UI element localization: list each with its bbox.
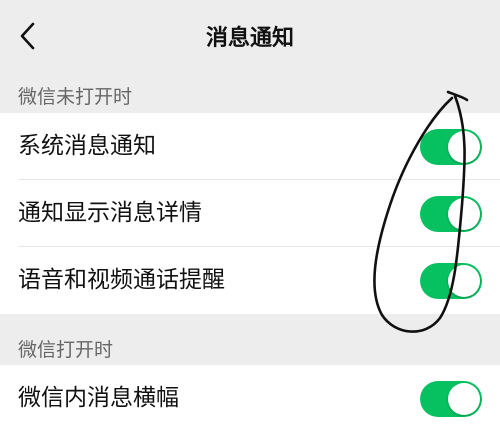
page-title: 消息通知	[205, 26, 294, 51]
setting-label: 系统消息通知	[18, 133, 156, 159]
setting-row-call-reminders[interactable]: 语音和视频通话提醒	[0, 247, 500, 314]
navigation-bar: 消息通知	[0, 0, 500, 74]
section-header-app-closed: 微信未打开时	[18, 86, 133, 108]
toggle-knob	[448, 383, 480, 415]
setting-row-system-notifications[interactable]: 系统消息通知	[0, 113, 500, 180]
toggle-knob	[448, 265, 480, 297]
notification-settings-screen: 消息通知 微信未打开时 系统消息通知 通知显示消息详情 语音和视频通话提醒 微信…	[0, 0, 500, 430]
section-header-app-open: 微信打开时	[18, 339, 114, 361]
toggle-knob	[448, 131, 480, 163]
setting-row-in-app-banner[interactable]: 微信内消息横幅	[0, 365, 500, 430]
setting-label: 通知显示消息详情	[18, 200, 202, 226]
settings-group-app-closed: 系统消息通知 通知显示消息详情 语音和视频通话提醒	[0, 113, 500, 314]
toggle-switch[interactable]	[420, 129, 482, 165]
setting-label: 语音和视频通话提醒	[18, 267, 225, 293]
toggle-switch[interactable]	[420, 381, 482, 417]
settings-group-app-open: 微信内消息横幅	[0, 365, 500, 430]
setting-row-show-message-details[interactable]: 通知显示消息详情	[0, 180, 500, 247]
toggle-switch[interactable]	[420, 263, 482, 299]
toggle-knob	[448, 198, 480, 230]
setting-label: 微信内消息横幅	[18, 385, 179, 411]
toggle-switch[interactable]	[420, 196, 482, 232]
